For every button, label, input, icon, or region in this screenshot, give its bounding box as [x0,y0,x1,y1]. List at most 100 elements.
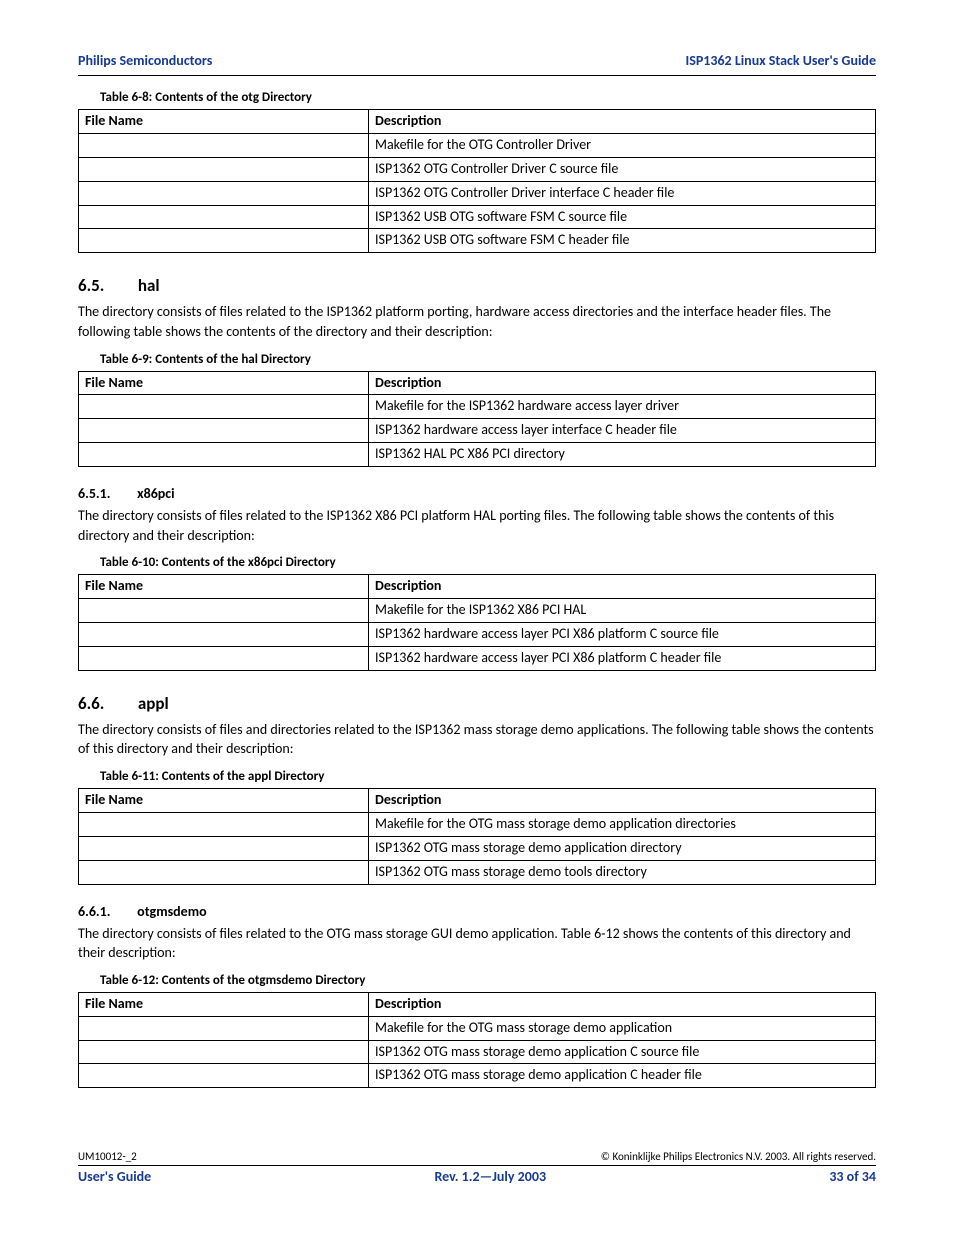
cell-filename [79,395,369,419]
heading-title: hal [138,275,160,296]
footer-copyright: © Koninklijke Philips Electronics N.V. 2… [601,1150,876,1163]
cell-filename [79,133,369,157]
table-row: ISP1362 USB OTG software FSM C header fi… [79,229,876,253]
heading-number: 6.5. [78,275,134,296]
para-6-5: The directory consists of files related … [78,302,876,341]
table-header-row: File Name Description [79,371,876,395]
col-description: Description [369,575,876,599]
table-6-8: File Name Description Makefile for the O… [78,109,876,253]
table-6-11-body: Makefile for the OTG mass storage demo a… [79,812,876,884]
col-description: Description [369,992,876,1016]
heading-6-5-1: 6.5.1. x86pci [78,485,876,502]
cell-filename [79,860,369,884]
cell-description: ISP1362 OTG mass storage demo applicatio… [369,1040,876,1064]
table-6-9-body: Makefile for the ISP1362 hardware access… [79,395,876,467]
table-row: ISP1362 HAL PC X86 PCI directory [79,443,876,467]
table-header-row: File Name Description [79,110,876,134]
table-6-12-caption: Table 6-12: Contents of the otgmsdemo Di… [100,973,876,988]
cell-filename [79,1064,369,1088]
cell-description: ISP1362 hardware access layer interface … [369,419,876,443]
cell-description: ISP1362 OTG Controller Driver interface … [369,181,876,205]
footer-doc-title: User's Guide [78,1168,151,1185]
footer-page-number: 33 of 34 [829,1168,876,1185]
table-row: Makefile for the OTG mass storage demo a… [79,812,876,836]
table-header-row: File Name Description [79,992,876,1016]
cell-description: ISP1362 OTG mass storage demo tools dire… [369,860,876,884]
heading-number: 6.5.1. [78,485,134,502]
table-6-11-caption: Table 6-11: Contents of the appl Directo… [100,769,876,784]
col-filename: File Name [79,992,369,1016]
header-left: Philips Semiconductors [78,52,212,69]
col-filename: File Name [79,110,369,134]
table-row: ISP1362 OTG mass storage demo applicatio… [79,1064,876,1088]
para-6-5-1: The directory consists of files related … [78,506,876,545]
heading-6-6-1: 6.6.1. otgmsdemo [78,903,876,920]
cell-filename [79,157,369,181]
heading-number: 6.6. [78,693,134,714]
header-rule [78,75,876,76]
col-description: Description [369,789,876,813]
col-description: Description [369,110,876,134]
table-header-row: File Name Description [79,789,876,813]
page: Philips Semiconductors ISP1362 Linux Sta… [0,0,954,1235]
cell-filename [79,836,369,860]
heading-title: otgmsdemo [137,903,206,920]
table-6-8-body: Makefile for the OTG Controller DriverIS… [79,133,876,252]
para-6-6: The directory consists of files and dire… [78,720,876,759]
table-row: ISP1362 hardware access layer PCI X86 pl… [79,623,876,647]
table-row: Makefile for the OTG Controller Driver [79,133,876,157]
table-6-9-caption: Table 6-9: Contents of the hal Directory [100,352,876,367]
cell-description: Makefile for the OTG mass storage demo a… [369,812,876,836]
table-row: ISP1362 OTG Controller Driver interface … [79,181,876,205]
table-row: ISP1362 USB OTG software FSM C source fi… [79,205,876,229]
cell-description: ISP1362 USB OTG software FSM C header fi… [369,229,876,253]
cell-filename [79,229,369,253]
cell-description: ISP1362 OTG mass storage demo applicatio… [369,836,876,860]
cell-description: ISP1362 HAL PC X86 PCI directory [369,443,876,467]
cell-filename [79,205,369,229]
col-filename: File Name [79,371,369,395]
table-header-row: File Name Description [79,575,876,599]
table-row: ISP1362 OTG mass storage demo applicatio… [79,1040,876,1064]
table-6-12-body: Makefile for the OTG mass storage demo a… [79,1016,876,1088]
cell-description: Makefile for the OTG Controller Driver [369,133,876,157]
cell-filename [79,646,369,670]
table-row: ISP1362 hardware access layer interface … [79,419,876,443]
page-footer: UM10012-_2 © Koninklijke Philips Electro… [78,1150,876,1185]
col-filename: File Name [79,789,369,813]
table-6-11: File Name Description Makefile for the O… [78,788,876,885]
para-6-6-1: The directory consists of files related … [78,924,876,963]
footer-revision: Rev. 1.2—July 2003 [434,1168,546,1185]
cell-description: ISP1362 OTG Controller Driver C source f… [369,157,876,181]
cell-filename [79,1016,369,1040]
table-6-9: File Name Description Makefile for the I… [78,371,876,468]
footer-doc-id: UM10012-_2 [78,1150,137,1163]
cell-description: ISP1362 USB OTG software FSM C source fi… [369,205,876,229]
heading-title: appl [138,693,169,714]
cell-description: Makefile for the OTG mass storage demo a… [369,1016,876,1040]
heading-6-6: 6.6. appl [78,693,876,714]
table-row: Makefile for the ISP1362 hardware access… [79,395,876,419]
table-6-12: File Name Description Makefile for the O… [78,992,876,1089]
table-6-10-caption: Table 6-10: Contents of the x86pci Direc… [100,555,876,570]
footer-top-row: UM10012-_2 © Koninklijke Philips Electro… [78,1150,876,1163]
cell-filename [79,1040,369,1064]
col-description: Description [369,371,876,395]
table-row: Makefile for the OTG mass storage demo a… [79,1016,876,1040]
table-row: ISP1362 OTG mass storage demo tools dire… [79,860,876,884]
footer-bottom-row: User's Guide Rev. 1.2—July 2003 33 of 34 [78,1168,876,1185]
col-filename: File Name [79,575,369,599]
cell-description: Makefile for the ISP1362 X86 PCI HAL [369,599,876,623]
cell-filename [79,623,369,647]
cell-description: ISP1362 OTG mass storage demo applicatio… [369,1064,876,1088]
footer-rule [78,1165,876,1166]
heading-title: x86pci [137,485,174,502]
table-row: ISP1362 OTG Controller Driver C source f… [79,157,876,181]
cell-description: ISP1362 hardware access layer PCI X86 pl… [369,646,876,670]
cell-filename [79,599,369,623]
heading-number: 6.6.1. [78,903,134,920]
table-6-8-caption: Table 6-8: Contents of the otg Directory [100,90,876,105]
table-row: Makefile for the ISP1362 X86 PCI HAL [79,599,876,623]
table-6-10-body: Makefile for the ISP1362 X86 PCI HALISP1… [79,599,876,671]
cell-description: Makefile for the ISP1362 hardware access… [369,395,876,419]
